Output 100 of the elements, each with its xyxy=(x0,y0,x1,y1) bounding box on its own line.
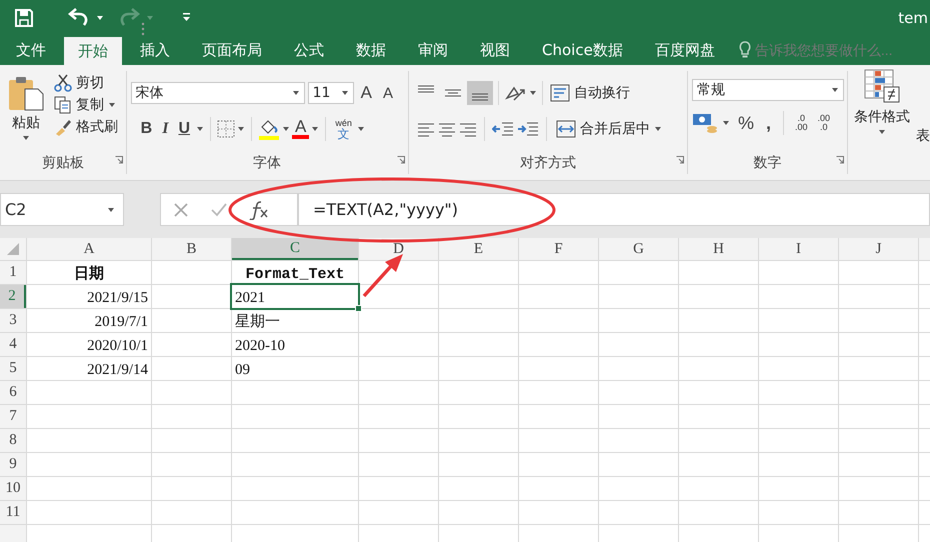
ribbon-tab[interactable]: 公式 xyxy=(280,35,338,65)
table-cell: 星期一 xyxy=(232,309,358,332)
row-header[interactable]: 9 xyxy=(0,453,26,476)
group-label: 剪贴板 xyxy=(40,154,85,173)
table-cell: 2020-10 xyxy=(232,333,358,356)
column-header[interactable]: J xyxy=(839,238,918,260)
font-size-dropdown[interactable]: 11 xyxy=(308,82,354,104)
merge-center-button[interactable]: 合并后居中 xyxy=(554,119,664,139)
align-middle-icon xyxy=(444,89,461,97)
row-header[interactable]: 10 xyxy=(0,477,26,500)
caret-icon xyxy=(108,102,116,108)
ribbon-tab[interactable]: 审阅 xyxy=(404,35,462,65)
dialog-launcher-icon[interactable] xyxy=(396,156,405,164)
conditional-format-button[interactable]: 条件格式 xyxy=(850,65,914,137)
row-header[interactable]: 5 xyxy=(0,357,26,380)
column-header[interactable]: H xyxy=(679,238,758,260)
ribbon-tab[interactable]: 页面布局 xyxy=(188,35,276,65)
percent-button[interactable]: % xyxy=(734,112,758,134)
decrease-indent-icon[interactable] xyxy=(492,120,514,138)
customize-icon[interactable] xyxy=(182,13,191,22)
row-header[interactable]: 3 xyxy=(0,309,26,332)
caret-icon xyxy=(107,206,115,212)
align-right-icon[interactable] xyxy=(458,121,477,137)
italic-button[interactable]: I xyxy=(158,120,172,138)
wrap-text-button[interactable]: 自动换行 xyxy=(548,83,632,103)
format-painter-button[interactable]: 格式刷 xyxy=(52,117,120,137)
column-header[interactable]: C xyxy=(232,238,358,260)
dialog-launcher-icon[interactable] xyxy=(836,156,844,164)
font-name-dropdown[interactable]: 宋体 xyxy=(130,82,305,104)
lightbulb-icon xyxy=(738,41,751,59)
tell-me-field[interactable]: 告诉我您想要做什么... xyxy=(754,42,915,58)
ribbon-tab[interactable]: 视图 xyxy=(466,35,524,65)
caret-icon xyxy=(22,135,30,141)
formula-field[interactable]: =TEXT(A2,"yyyy") xyxy=(298,193,930,226)
name-box[interactable]: C2 xyxy=(0,193,124,226)
row-header[interactable]: 6 xyxy=(0,381,26,404)
caret-icon xyxy=(340,90,349,96)
arrow xyxy=(362,254,403,298)
cut-button[interactable]: 剪切 xyxy=(52,73,120,93)
currency-icon[interactable] xyxy=(692,113,718,133)
column-header[interactable]: B xyxy=(152,238,231,260)
caret-icon xyxy=(356,126,365,132)
decrease-decimal-button[interactable]: .00 .0 xyxy=(814,114,834,132)
row-header[interactable]: 2 xyxy=(0,285,26,308)
brush-icon xyxy=(54,118,72,136)
column-header[interactable]: G xyxy=(599,238,678,260)
phonetic-button[interactable]: wén 文 xyxy=(332,118,355,140)
caret-icon xyxy=(654,126,662,132)
ribbon-tab[interactable]: 数据 xyxy=(342,35,400,65)
fill-color-icon[interactable] xyxy=(258,118,280,140)
bold-button[interactable]: B xyxy=(136,120,156,138)
ribbon-tab[interactable]: 文件 xyxy=(2,35,60,65)
function-icon[interactable] xyxy=(249,200,269,220)
table-cell: 日期 xyxy=(27,261,151,284)
align-left-icon[interactable] xyxy=(416,121,435,137)
column-header[interactable]: A xyxy=(27,238,151,260)
table-cell: 2021/9/15 xyxy=(27,285,151,308)
row-header[interactable]: 4 xyxy=(0,333,26,356)
dialog-launcher-icon[interactable] xyxy=(676,156,684,164)
table-cell: 2020/10/1 xyxy=(27,333,151,356)
column-header[interactable]: F xyxy=(519,238,598,260)
row-header[interactable]: 7 xyxy=(0,405,26,428)
group-label: 对齐方式 xyxy=(518,154,577,173)
increase-indent-icon[interactable] xyxy=(516,120,539,138)
merge-cells-icon xyxy=(556,120,576,138)
fill-handle[interactable] xyxy=(355,305,362,312)
comma-button[interactable]: , xyxy=(762,112,776,134)
borders-icon[interactable] xyxy=(217,120,235,138)
caret-icon xyxy=(237,126,245,132)
shrink-font-button[interactable]: A xyxy=(378,84,397,102)
underline-button[interactable]: U xyxy=(174,120,194,138)
vertical-align-button[interactable] xyxy=(466,81,493,105)
grow-font-button[interactable]: A xyxy=(356,83,376,103)
ribbon-tab[interactable]: Choice数据 xyxy=(528,35,637,65)
copy-button[interactable]: 复制 xyxy=(52,95,120,115)
font-color-button[interactable]: A xyxy=(292,119,310,139)
ribbon-tab[interactable]: 百度网盘 xyxy=(640,35,729,65)
row-header[interactable]: 11 xyxy=(0,501,26,524)
caret-icon xyxy=(311,126,320,132)
orientation-icon[interactable] xyxy=(504,84,528,102)
paste-button[interactable]: 粘贴 xyxy=(4,73,48,152)
ribbon-tab[interactable]: 插入 xyxy=(126,35,184,65)
increase-decimal-button[interactable]: .0 .00 xyxy=(792,114,811,132)
caret-icon xyxy=(146,14,154,20)
dialog-launcher-icon[interactable] xyxy=(114,156,123,164)
row-header[interactable]: 1 xyxy=(0,261,26,284)
wrap-text-icon xyxy=(550,84,570,102)
caret-icon xyxy=(722,120,730,126)
column-header[interactable]: I xyxy=(759,238,838,260)
table-cell: 2019/7/1 xyxy=(27,309,151,332)
row-header[interactable]: 8 xyxy=(0,429,26,452)
save-icon[interactable] xyxy=(14,8,34,28)
undo-icon[interactable] xyxy=(68,8,90,28)
ribbon-tab[interactable]: 开始 xyxy=(64,37,122,65)
caret-icon xyxy=(878,129,886,135)
number-format-dropdown[interactable]: 常规 xyxy=(692,79,844,101)
clipboard-icon xyxy=(8,75,44,111)
align-center-icon[interactable] xyxy=(438,121,456,137)
column-header[interactable]: E xyxy=(439,238,518,260)
format-table-label: 表 xyxy=(916,127,930,145)
